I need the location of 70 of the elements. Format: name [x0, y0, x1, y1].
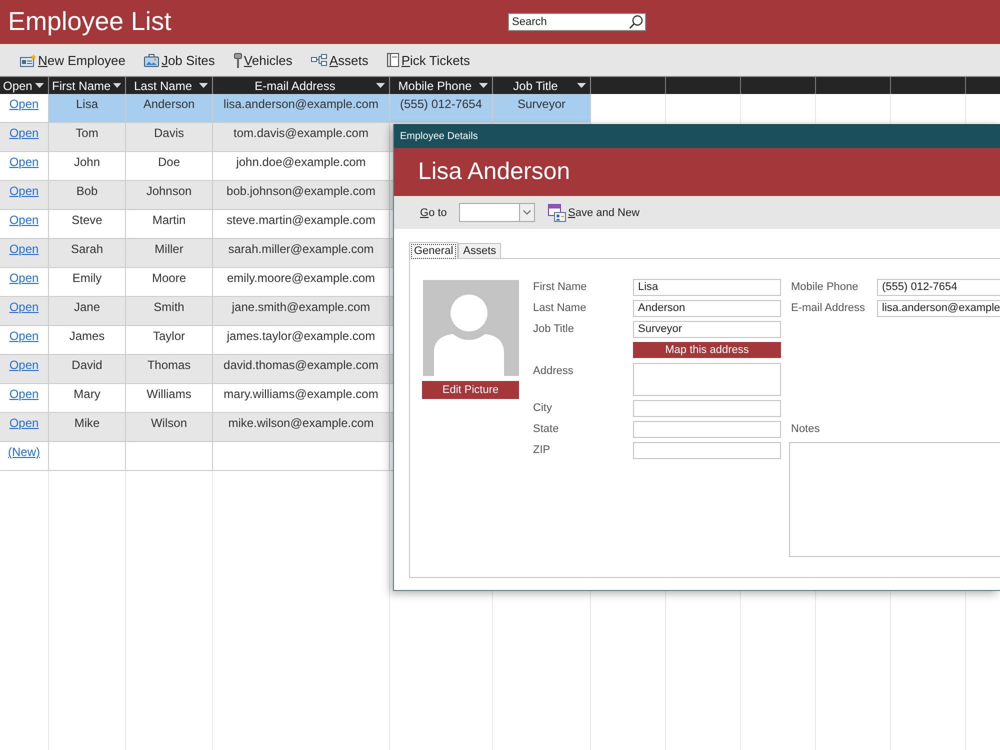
caret-icon — [112, 83, 121, 88]
table-cell: Anderson — [126, 94, 213, 123]
toolbar-button[interactable]: Assets — [311, 52, 368, 68]
open-link[interactable]: Open — [9, 387, 39, 401]
dropdown-button[interactable] — [519, 204, 534, 221]
open-link[interactable]: Open — [9, 329, 39, 343]
hierarchy-icon — [311, 54, 328, 66]
goto-dropdown[interactable] — [459, 203, 535, 222]
floppy-disk-icon — [548, 204, 566, 222]
table-cell: Lisa — [49, 94, 126, 123]
toolbar-button[interactable]: Vehicles — [234, 52, 292, 68]
open-link[interactable]: Open — [9, 300, 39, 314]
text-field[interactable] — [633, 421, 781, 438]
field-label: Last Name — [533, 301, 588, 316]
open-link[interactable]: Open — [9, 213, 39, 227]
record-heading: Lisa Anderson — [418, 158, 570, 186]
text-field[interactable]: lisa.anderson@example — [877, 300, 1000, 317]
field-label: Mobile Phone — [790, 280, 860, 295]
briefcase-icon — [144, 54, 160, 66]
caret-icon — [479, 83, 488, 88]
text-field[interactable] — [633, 442, 781, 459]
page-title: Employee List — [8, 6, 172, 36]
text-area[interactable] — [633, 363, 781, 396]
field-label: City — [533, 401, 553, 416]
open-link[interactable]: Open — [9, 97, 39, 111]
table-cell: Surveyor — [493, 94, 591, 123]
table-row[interactable]: Open Lisa Anderson lisa.anderson@example.com (555) 012-7654 Surveyor — [0, 94, 1000, 123]
text-field[interactable] — [633, 400, 781, 417]
map-address-button[interactable]: Map this address — [633, 342, 781, 358]
field-label: ZIP — [533, 443, 552, 458]
edit-picture-button[interactable]: Edit Picture — [422, 381, 519, 399]
open-link[interactable]: Open — [9, 242, 39, 256]
toolbar-button[interactable]: Job Sites — [144, 52, 215, 68]
search-icon — [629, 15, 643, 29]
search-field[interactable]: Search — [508, 13, 646, 31]
goto-label: Go to — [420, 206, 448, 218]
window-title: Employee Details — [400, 130, 478, 142]
open-link[interactable]: Open — [9, 155, 39, 169]
new-record-link[interactable]: (New) — [8, 445, 40, 459]
tab[interactable]: Assets — [458, 243, 502, 258]
caret-icon — [35, 83, 44, 88]
toolbar-button[interactable]: New Employee — [20, 52, 126, 68]
contact-card-icon — [20, 54, 36, 66]
open-link[interactable]: Open — [9, 358, 39, 372]
caret-icon — [577, 83, 586, 88]
table-cell: lisa.anderson@example.com — [213, 94, 390, 123]
field-label: E-mail Address — [790, 301, 866, 316]
open-link[interactable]: Open — [9, 271, 39, 285]
text-field[interactable]: Surveyor — [633, 321, 781, 338]
notes-field[interactable] — [789, 442, 1000, 557]
open-link[interactable]: Open — [9, 416, 39, 430]
caret-icon — [376, 83, 385, 88]
tab[interactable]: General — [409, 242, 458, 259]
pin-icon — [234, 52, 242, 68]
table-cell: (555) 012-7654 — [390, 94, 493, 123]
open-link[interactable]: Open — [9, 126, 39, 140]
caret-icon — [199, 83, 208, 88]
document-icon — [387, 53, 400, 67]
field-label: State — [533, 422, 560, 437]
text-field[interactable]: (555) 012-7654 — [877, 279, 1000, 296]
save-and-new-button[interactable]: Save and New — [548, 204, 640, 222]
field-label: Job Title — [533, 322, 575, 337]
text-field[interactable]: Lisa — [633, 279, 781, 296]
open-link[interactable]: Open — [9, 184, 39, 198]
chevron-down-icon — [523, 210, 531, 215]
field-label: Address — [533, 364, 574, 379]
text-field[interactable]: Anderson — [633, 300, 781, 317]
field-label: First Name — [533, 280, 588, 295]
field-label: Notes — [790, 422, 821, 437]
toolbar-button[interactable]: Pick Tickets — [387, 52, 470, 68]
